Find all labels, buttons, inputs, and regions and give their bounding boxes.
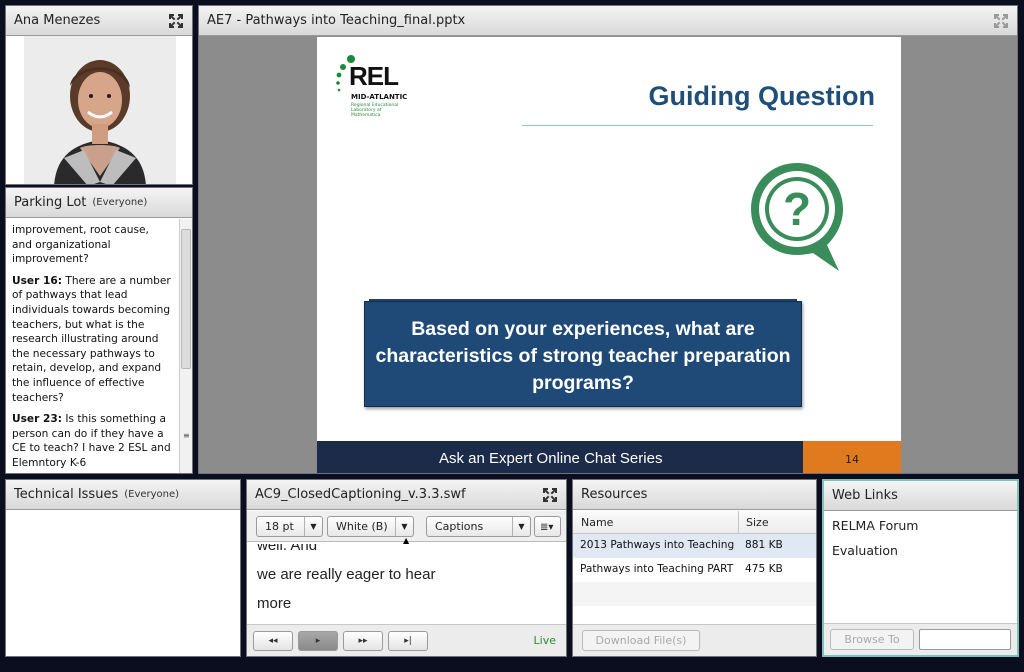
table-row[interactable]: Pathways into Teaching PART 475 KB [573, 558, 816, 582]
parking-lot-audience: (Everyone) [92, 197, 148, 208]
resources-header: Resources [573, 480, 816, 510]
slide-page-number: 14 [803, 441, 901, 473]
fast-forward-icon: ▸▸ [358, 636, 368, 646]
menu-button[interactable]: ≣▾ [534, 516, 561, 537]
guiding-question: Based on your experiences, what are char… [364, 301, 802, 407]
caption-line: we are really eager to hear [257, 566, 436, 583]
question-mark-icon: ? [747, 159, 847, 283]
link-relma-forum[interactable]: RELMA Forum [832, 518, 919, 533]
live-status: Live [533, 634, 556, 647]
table-header: Name Size [573, 511, 816, 534]
slide-title: Guiding Question [648, 81, 875, 111]
skip-end-button[interactable]: ▸| [388, 631, 428, 651]
captioning-pod: AC9_ClosedCaptioning_v.3.3.swf 18 pt ▼ Wh… [246, 479, 567, 657]
presenter-video [24, 36, 176, 184]
parking-lot-pod: Parking Lot (Everyone) improvement, root… [5, 187, 193, 474]
technical-issues-header: Technical Issues (Everyone) [6, 480, 240, 510]
download-files-button[interactable]: Download File(s) [582, 630, 700, 651]
video-pod-header: Ana Menezes [6, 6, 192, 36]
web-links-header: Web Links [824, 481, 1017, 511]
chat-user: User 16: [12, 274, 62, 287]
share-pod-title: AE7 - Pathways into Teaching_final.pptx [207, 13, 466, 28]
menu-icon: ≣▾ [540, 522, 554, 533]
chevron-down-icon: ▼ [512, 517, 530, 536]
technical-issues-audience: (Everyone) [124, 489, 180, 500]
slide-footer: Ask an Expert Online Chat Series 14 [317, 441, 901, 473]
share-pod: AE7 - Pathways into Teaching_final.pptx … [198, 5, 1018, 474]
resources-table: Name Size 2013 Pathways into Teaching 88… [573, 511, 816, 606]
presenter-name: Ana Menezes [14, 13, 101, 28]
fast-forward-button[interactable]: ▸▸ [343, 631, 383, 651]
browse-to-button[interactable]: Browse To [830, 629, 914, 650]
table-row [573, 582, 816, 606]
caption-line: more [257, 595, 292, 612]
web-links-title: Web Links [832, 488, 898, 503]
play-icon: ▸ [315, 636, 321, 646]
url-input[interactable] [919, 629, 1011, 650]
resources-pod: Resources Name Size 2013 Pathways into T… [572, 479, 817, 657]
column-header-size[interactable]: Size [746, 516, 769, 529]
scrollbar-thumb[interactable] [181, 229, 191, 369]
chevron-down-icon: ▼ [304, 517, 322, 536]
footer-text: Ask an Expert Online Chat Series [439, 450, 663, 467]
web-links-pod: Web Links RELMA Forum Evaluation Browse … [822, 479, 1019, 657]
technical-issues-pod: Technical Issues (Everyone) [5, 479, 241, 657]
chat-messages: improvement, root cause, and organizatio… [6, 219, 178, 473]
caption-line: well. And [257, 544, 318, 554]
captioning-title: AC9_ClosedCaptioning_v.3.3.swf [255, 487, 466, 502]
resources-title: Resources [581, 487, 648, 502]
play-button[interactable]: ▸ [298, 631, 338, 651]
chat-user: User 23: [12, 413, 62, 426]
rewind-button[interactable]: ◂◂ [253, 631, 293, 651]
caption-controls: ◂◂ ▸ ▸▸ ▸| Live [247, 624, 566, 656]
chat-message: User 16: There are a number of pathways … [12, 274, 171, 404]
presentation-slide: REL MID-ATLANTIC Regional Educational La… [317, 37, 901, 473]
column-header-name[interactable]: Name [581, 516, 613, 529]
font-size-select[interactable]: 18 pt ▼ [256, 516, 323, 537]
chevron-down-icon: ▼ [395, 517, 413, 536]
video-pod: Ana Menezes [5, 5, 193, 185]
web-links-footer: Browse To [824, 623, 1017, 655]
mode-select[interactable]: Captions ▼ [426, 516, 531, 537]
fullscreen-icon[interactable] [542, 487, 558, 503]
skip-end-icon: ▸| [404, 636, 412, 646]
parking-lot-header: Parking Lot (Everyone) [6, 188, 192, 218]
color-select[interactable]: White (B) ▼ [327, 516, 414, 537]
scroll-grip-icon: ≡ [183, 431, 190, 440]
share-pod-header: AE7 - Pathways into Teaching_final.pptx [199, 6, 1017, 36]
fullscreen-icon[interactable] [993, 13, 1009, 29]
resources-footer: Download File(s) [573, 624, 816, 656]
rel-logo: REL MID-ATLANTIC Regional Educational La… [335, 55, 425, 125]
technical-issues-title: Technical Issues [14, 487, 119, 502]
parking-lot-title: Parking Lot [14, 195, 87, 210]
chat-scrollbar[interactable]: ≡ [179, 219, 192, 473]
link-evaluation[interactable]: Evaluation [832, 543, 898, 558]
title-divider [522, 125, 873, 126]
captioning-header: AC9_ClosedCaptioning_v.3.3.swf [247, 480, 566, 510]
svg-text:?: ? [783, 183, 811, 235]
table-row[interactable]: 2013 Pathways into Teaching 881 KB [573, 534, 816, 558]
chat-message: User 23: Is this something a person can … [12, 413, 171, 469]
chat-message: improvement, root cause, and organizatio… [12, 224, 149, 266]
fullscreen-icon[interactable] [168, 13, 184, 29]
rewind-icon: ◂◂ [268, 636, 278, 646]
caption-text-area: well. And we are really eager to hear mo… [247, 544, 566, 622]
